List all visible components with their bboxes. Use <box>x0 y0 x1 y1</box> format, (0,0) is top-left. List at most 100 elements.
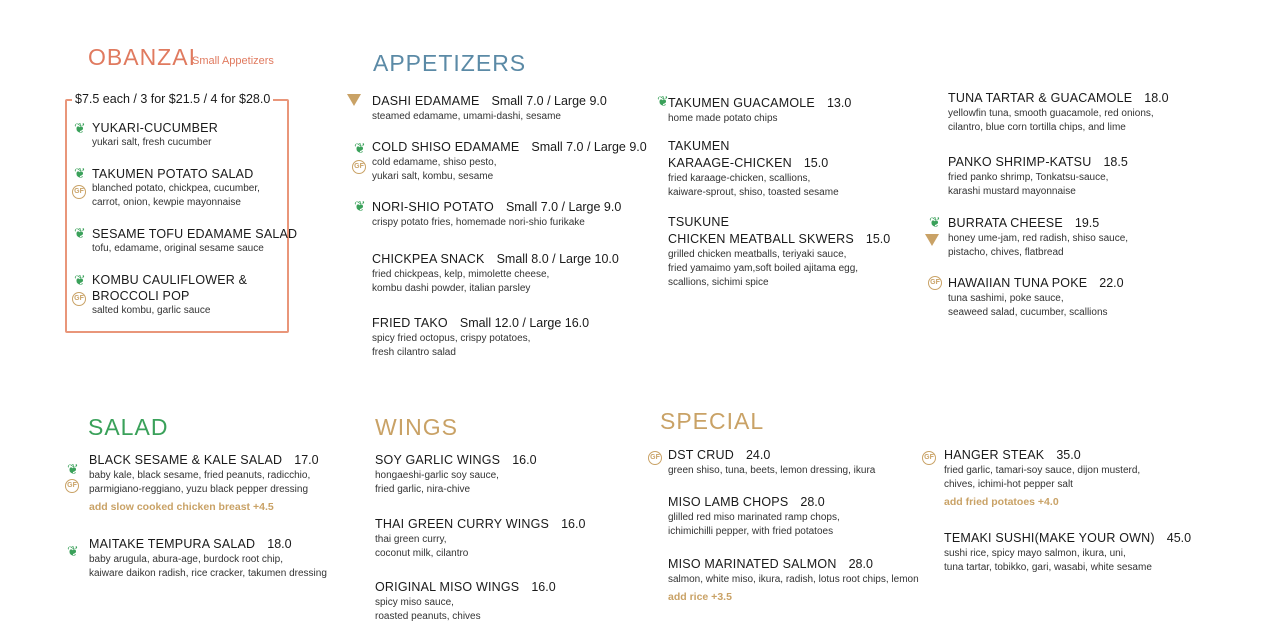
item-name: DST CRUD <box>668 448 734 462</box>
item-desc: roasted peanuts, chives <box>375 611 481 622</box>
item-name: YUKARI-CUCUMBER <box>92 121 218 135</box>
item-desc: ichimichilli pepper, with fried potatoes <box>668 526 834 537</box>
menu-item: BURRATA CHEESE 19.5 honey ume-jam, red ra… <box>948 214 1128 260</box>
item-price: 17.0 <box>294 453 319 467</box>
item-name: ORIGINAL MISO WINGS <box>375 580 520 594</box>
item-desc: blanched potato, chickpea, cucumber, <box>92 183 260 194</box>
item-price: 19.5 <box>1074 216 1100 230</box>
menu-item: DASHI EDAMAME Small 7.0 / Large 9.0 steam… <box>372 92 607 124</box>
item-desc: spicy fried octopus, crispy potatoes, <box>372 333 531 344</box>
item-price: 16.0 <box>512 453 537 467</box>
item-desc: tofu, edamame, original sesame sauce <box>92 243 264 254</box>
menu-item: CHICKPEA SNACK Small 8.0 / Large 10.0 fri… <box>372 250 619 296</box>
item-desc: yellowfin tuna, smooth guacamole, red on… <box>948 108 1154 119</box>
menu-item: TAKUMEN POTATO SALAD blanched potato, ch… <box>92 166 260 210</box>
item-desc: yukari salt, fresh cucumber <box>92 137 212 148</box>
item-name: SOY GARLIC WINGS <box>375 453 501 467</box>
leaf-icon: ❦ <box>74 165 86 181</box>
item-addon: add slow cooked chicken breast +4.5 <box>89 501 274 513</box>
item-price: Small 8.0 / Large 10.0 <box>496 252 619 266</box>
item-name: COLD SHISO EDAMAME <box>372 140 520 154</box>
item-desc: glilled red miso marinated ramp chops, <box>668 512 840 523</box>
item-price: 45.0 <box>1166 531 1192 545</box>
vegan-triangle-icon <box>347 94 361 106</box>
menu-item: THAI GREEN CURRY WINGS 16.0 thai green cu… <box>375 515 585 561</box>
item-price: 15.0 <box>865 232 891 246</box>
item-desc: kaiware daikon radish, rice cracker, tak… <box>89 568 327 579</box>
gf-icon: GF <box>72 185 86 199</box>
item-name: BURRATA CHEESE <box>948 216 1063 230</box>
vegan-triangle-icon <box>925 234 939 246</box>
item-name: CHICKPEA SNACK <box>372 252 485 266</box>
item-price: 24.0 <box>745 448 771 462</box>
salad-title: SALAD <box>88 414 169 440</box>
menu-item: SOY GARLIC WINGS 16.0 hongaeshi-garlic so… <box>375 451 537 497</box>
item-desc: fried garlic, nira-chive <box>375 484 471 495</box>
item-price: 28.0 <box>848 557 873 571</box>
leaf-icon: ❦ <box>929 214 941 230</box>
item-desc: home made potato chips <box>668 113 778 124</box>
item-desc: fried yamaimo yam,soft boiled ajitama eg… <box>668 263 859 274</box>
menu-item: FRIED TAKO Small 12.0 / Large 16.0 spicy … <box>372 314 589 360</box>
gf-icon: GF <box>352 160 366 174</box>
menu-item: MISO MARINATED SALMON 28.0 salmon, white … <box>668 555 919 603</box>
item-name: FRIED TAKO <box>372 316 448 330</box>
menu-item: TEMAKI SUSHI(MAKE YOUR OWN) 45.0 sushi ri… <box>944 529 1191 575</box>
item-name: BROCCOLI POP <box>92 289 190 303</box>
item-desc: fried panko shrimp, Tonkatsu-sauce, <box>948 172 1109 183</box>
item-desc: coconut milk, cilantro <box>375 548 469 559</box>
item-desc: cilantro, blue corn tortilla chips, and … <box>948 122 1126 133</box>
menu-item: MISO LAMB CHOPS 28.0 glilled red miso mar… <box>668 493 840 539</box>
item-addon: add fried potatoes +4.0 <box>944 496 1059 508</box>
item-name: MAITAKE TEMPURA SALAD <box>89 537 256 551</box>
gf-icon: GF <box>72 292 86 306</box>
item-desc: kaiware-sprout, shiso, toasted sesame <box>668 187 839 198</box>
item-desc: salmon, white miso, ikura, radish, lotus… <box>668 574 919 585</box>
item-price: 16.0 <box>561 517 586 531</box>
item-name: CHICKEN MEATBALL SKWERS <box>668 232 854 246</box>
leaf-icon: ❦ <box>74 225 86 241</box>
obanzai-title: OBANZAI <box>88 44 196 70</box>
menu-item: KOMBU CAULIFLOWER & BROCCOLI POP salted … <box>92 272 247 318</box>
item-name: MISO LAMB CHOPS <box>668 495 789 509</box>
item-price: 16.0 <box>531 580 556 594</box>
item-desc: hongaeshi-garlic soy sauce, <box>375 470 499 481</box>
leaf-icon: ❦ <box>74 120 86 136</box>
item-desc: honey ume-jam, red radish, shiso sauce, <box>948 233 1129 244</box>
leaf-icon: ❦ <box>354 140 366 156</box>
gf-icon: GF <box>922 451 936 465</box>
gf-icon: GF <box>65 479 79 493</box>
item-name: TAKUMEN GUACAMOLE <box>668 96 815 110</box>
menu-item: PANKO SHRIMP-KATSU 18.5 fried panko shrim… <box>948 153 1128 199</box>
item-addon: add rice +3.5 <box>668 591 732 603</box>
item-name: SESAME TOFU EDAMAME SALAD <box>92 227 298 241</box>
item-name: KARAAGE-CHICKEN <box>668 156 792 170</box>
item-name: TAKUMEN POTATO SALAD <box>92 167 254 181</box>
item-name: THAI GREEN CURRY WINGS <box>375 517 550 531</box>
item-desc: seaweed salad, cucumber, scallions <box>948 307 1108 318</box>
menu-item: ORIGINAL MISO WINGS 16.0 spicy miso sauce… <box>375 578 556 624</box>
item-price: 22.0 <box>1099 276 1124 290</box>
item-desc: steamed edamame, umami-dashi, sesame <box>372 111 561 122</box>
item-price: Small 7.0 / Large 9.0 <box>531 140 647 154</box>
item-name: MISO MARINATED SALMON <box>668 557 837 571</box>
obanzai-subtitle: Small Appetizers <box>192 55 274 67</box>
item-desc: baby arugula, abura-age, burdock root ch… <box>89 554 284 565</box>
item-price: 28.0 <box>800 495 825 509</box>
gf-icon: GF <box>648 451 662 465</box>
item-desc: tuna tartar, tobikko, gari, wasabi, whit… <box>944 562 1152 573</box>
item-price: 18.0 <box>1144 91 1169 105</box>
item-desc: scallions, sichimi spice <box>668 277 769 288</box>
item-price: Small 12.0 / Large 16.0 <box>459 316 590 330</box>
item-desc: kombu dashi powder, italian parsley <box>372 283 531 294</box>
item-desc: fresh cilantro salad <box>372 347 456 358</box>
appetizers-title: APPETIZERS <box>373 50 527 76</box>
item-price: 35.0 <box>1056 448 1081 462</box>
item-desc: parmigiano-reggiano, yuzu black pepper d… <box>89 484 309 495</box>
item-desc: fried karaage-chicken, scallions, <box>668 173 811 184</box>
menu-item: TAKUMEN KARAAGE-CHICKEN 15.0 fried karaag… <box>668 138 839 200</box>
item-price: 13.0 <box>826 96 852 110</box>
item-desc: tuna sashimi, poke sauce, <box>948 293 1064 304</box>
leaf-icon: ❦ <box>74 272 86 288</box>
item-desc: grilled chicken meatballs, teriyaki sauc… <box>668 249 847 260</box>
